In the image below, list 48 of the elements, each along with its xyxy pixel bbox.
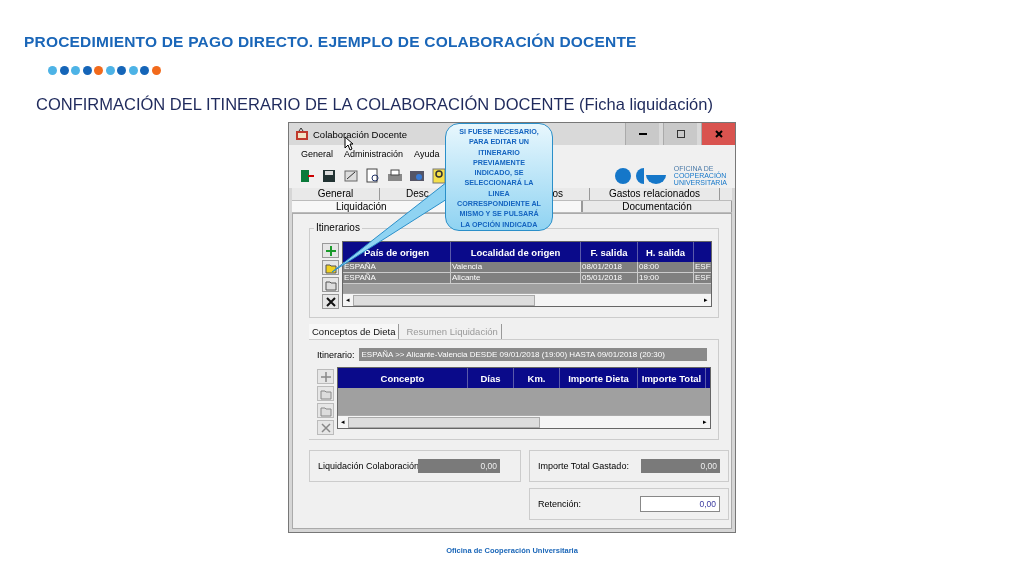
table-row[interactable]: ESPAÑA Alicante 05/01/2018 19:00 ESF: [343, 273, 711, 284]
help-icon[interactable]: [431, 167, 447, 184]
close-button[interactable]: [701, 123, 735, 145]
slide-subtitle: CONFIRMACIÓN DEL ITINERARIO DE LA COLABORACIÓN DOCENTE (Ficha liquidación): [36, 95, 714, 115]
amount-field: 0,00: [418, 459, 500, 473]
maximize-button[interactable]: [663, 123, 697, 145]
table-cell: ESPAÑA: [343, 273, 451, 283]
group-title: Itinerarios: [314, 222, 362, 233]
print-icon[interactable]: [387, 167, 403, 184]
menu-item[interactable]: Administración: [344, 149, 404, 159]
menu-item[interactable]: General: [301, 149, 334, 159]
itinerary-field: ESPAÑA >> Alicante-Valencia DESDE 09/01/2018 (19:00) HASTA 09/01/2018 (20:30): [358, 348, 707, 361]
delete-button[interactable]: [322, 294, 339, 309]
logo-icon: [613, 166, 668, 185]
table-cell: 08/01/2018: [581, 262, 638, 272]
tab[interactable]: General: [292, 188, 380, 200]
slide-title: PROCEDIMIENTO DE PAGO DIRECTO. EJEMPLO DE COLABORACIÓN DOCENTE: [24, 33, 638, 52]
amount-field: 0,00: [641, 459, 720, 473]
field-label: Liquidación Colaboración: [318, 461, 418, 471]
app-icon: [295, 127, 309, 141]
preview-icon[interactable]: [365, 167, 381, 184]
menu-item[interactable]: Ayuda: [414, 149, 440, 159]
tab[interactable]: Gastos relacionados: [590, 188, 720, 200]
tab[interactable]: Documentación: [582, 200, 732, 212]
table-cell: Alicante: [451, 273, 581, 283]
table-cell: 19:00: [638, 273, 694, 283]
maximize-icon: [675, 129, 686, 139]
amount-field[interactable]: 0,00: [640, 496, 720, 512]
save-icon[interactable]: [321, 167, 337, 184]
table-cell: 05/01/2018: [581, 273, 638, 283]
close-icon: [713, 129, 724, 139]
table-cell: Valencia: [451, 262, 581, 272]
table-cell: 08:00: [638, 262, 694, 272]
table-cell: ESF: [694, 262, 711, 272]
minimize-icon: [638, 133, 647, 135]
table-cell: ESF: [694, 273, 711, 283]
field-label: Retención:: [538, 499, 583, 509]
add-button[interactable]: [322, 243, 339, 258]
field-label: Importe Total Gastado:: [538, 461, 630, 471]
window-title: Colaboración Docente: [313, 128, 407, 140]
edit-icon[interactable]: [343, 167, 359, 184]
exit-icon[interactable]: [299, 167, 315, 184]
minimize-button[interactable]: [625, 123, 659, 145]
field-label: Itinerario:: [317, 349, 355, 360]
tab[interactable]: Conceptos de Dieta: [309, 324, 400, 339]
cursor-icon: [344, 136, 354, 151]
table-row[interactable]: ESPAÑA Valencia 08/01/2018 08:00 ESF: [343, 262, 711, 273]
edit-folder-button[interactable]: [322, 260, 339, 275]
